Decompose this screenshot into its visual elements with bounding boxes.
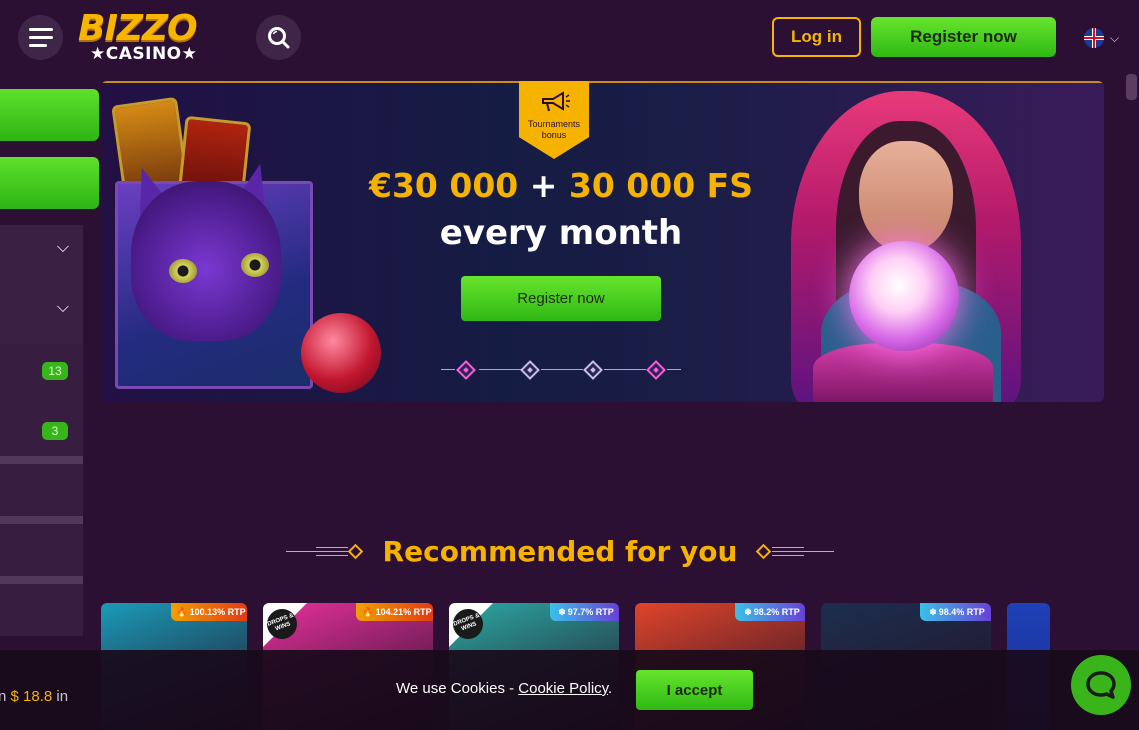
sidebar-item-4[interactable] [0,524,83,576]
fire-icon: 🔥 [176,606,188,617]
login-button[interactable]: Log in [772,17,861,57]
sidebar-divider [0,576,83,584]
sidebar: ⌵ ⌵ 13 3 [0,76,100,730]
fire-icon: 🔥 [362,606,374,617]
sidebar-divider [0,456,83,464]
hamburger-icon [28,44,47,47]
hamburger-icon [28,36,53,39]
rtp-badge: ❄ 98.2% RTP [735,603,805,621]
cookie-policy-link[interactable]: Cookie Policy [518,680,608,697]
recommended-title: Recommended for you [382,535,738,568]
search-button[interactable] [256,15,301,60]
cat-eye [241,253,269,277]
headline-amount: €30 000 [368,166,519,205]
hamburger-icon [28,28,53,31]
orb-stand [813,343,993,402]
winnings-ticker: n $ 18.8 in [0,688,69,705]
language-selector[interactable]: ⌵ [1084,28,1124,48]
sidebar-dropdown-panel: ⌵ ⌵ [0,225,83,344]
sidebar-item-3[interactable] [0,464,83,516]
slider-pagination [441,360,683,380]
rtp-badge: 🔥 104.21% RTP [356,603,433,621]
slide-dot[interactable] [520,360,540,380]
sidebar-green-button-2[interactable] [0,157,99,209]
logo-subtitle: ★CASINO★ [90,44,198,64]
rtp-badge: ❄ 97.7% RTP [550,603,619,621]
cat-eye [169,259,197,283]
slide-dot[interactable] [646,360,666,380]
tournaments-bonus-tag: Tournaments bonus [519,81,589,159]
slide-dot[interactable] [583,360,603,380]
cookie-message: We use Cookies - Cookie Policy. [396,680,613,697]
count-badge: 3 [42,422,68,440]
rtp-badge: ❄ 98.4% RTP [920,603,991,621]
sidebar-item-5[interactable] [0,584,83,636]
sidebar-item-2[interactable]: 3 [0,406,83,456]
fortune-teller-face [859,141,953,253]
accept-cookies-button[interactable]: I accept [636,670,753,710]
rtp-badge: 🔥 100.13% RTP [171,603,247,621]
count-badge: 13 [42,362,68,380]
tag-label: Tournaments bonus [527,119,581,140]
megaphone-icon [542,91,570,112]
headline-free-spins: 30 000 FS [568,166,753,205]
logo-wordmark: BIZZO [78,8,198,49]
search-icon [268,27,290,49]
chevron-down-icon[interactable]: ⌵ [57,239,69,257]
headline-plus: + [518,166,569,205]
snowflake-icon: ❄ [558,606,566,617]
snowflake-icon: ❄ [929,606,937,617]
live-chat-button[interactable] [1071,655,1131,715]
potion-illustration [301,313,381,393]
banner-register-button[interactable]: Register now [461,276,661,321]
banner-border [101,81,1104,83]
promo-banner[interactable]: Tournaments bonus €30 000 + 30 000 FS ev… [101,81,1104,402]
register-button[interactable]: Register now [871,17,1056,57]
snowflake-icon: ❄ [744,606,752,617]
menu-button[interactable] [18,15,63,60]
crystal-ball [849,241,959,351]
sidebar-divider [0,516,83,524]
scrollbar[interactable] [1124,74,1139,730]
slide-dot[interactable] [456,360,476,380]
chevron-down-icon[interactable]: ⌵ [57,299,69,317]
scrollbar-thumb[interactable] [1126,74,1137,100]
win-amount: $ 18.8 [10,688,53,705]
sidebar-green-button-1[interactable] [0,89,99,141]
uk-flag-icon [1084,28,1104,48]
recommended-heading: Recommended for you [286,533,834,573]
header: BIZZO ★CASINO★ Log in Register now ⌵ [0,0,1139,76]
chevron-down-icon: ⌵ [1110,30,1120,45]
chat-icon [1086,671,1116,699]
logo[interactable]: BIZZO ★CASINO★ [78,8,203,66]
sidebar-item-1[interactable]: 13 [0,344,83,406]
heading-ornament-right [754,543,834,560]
